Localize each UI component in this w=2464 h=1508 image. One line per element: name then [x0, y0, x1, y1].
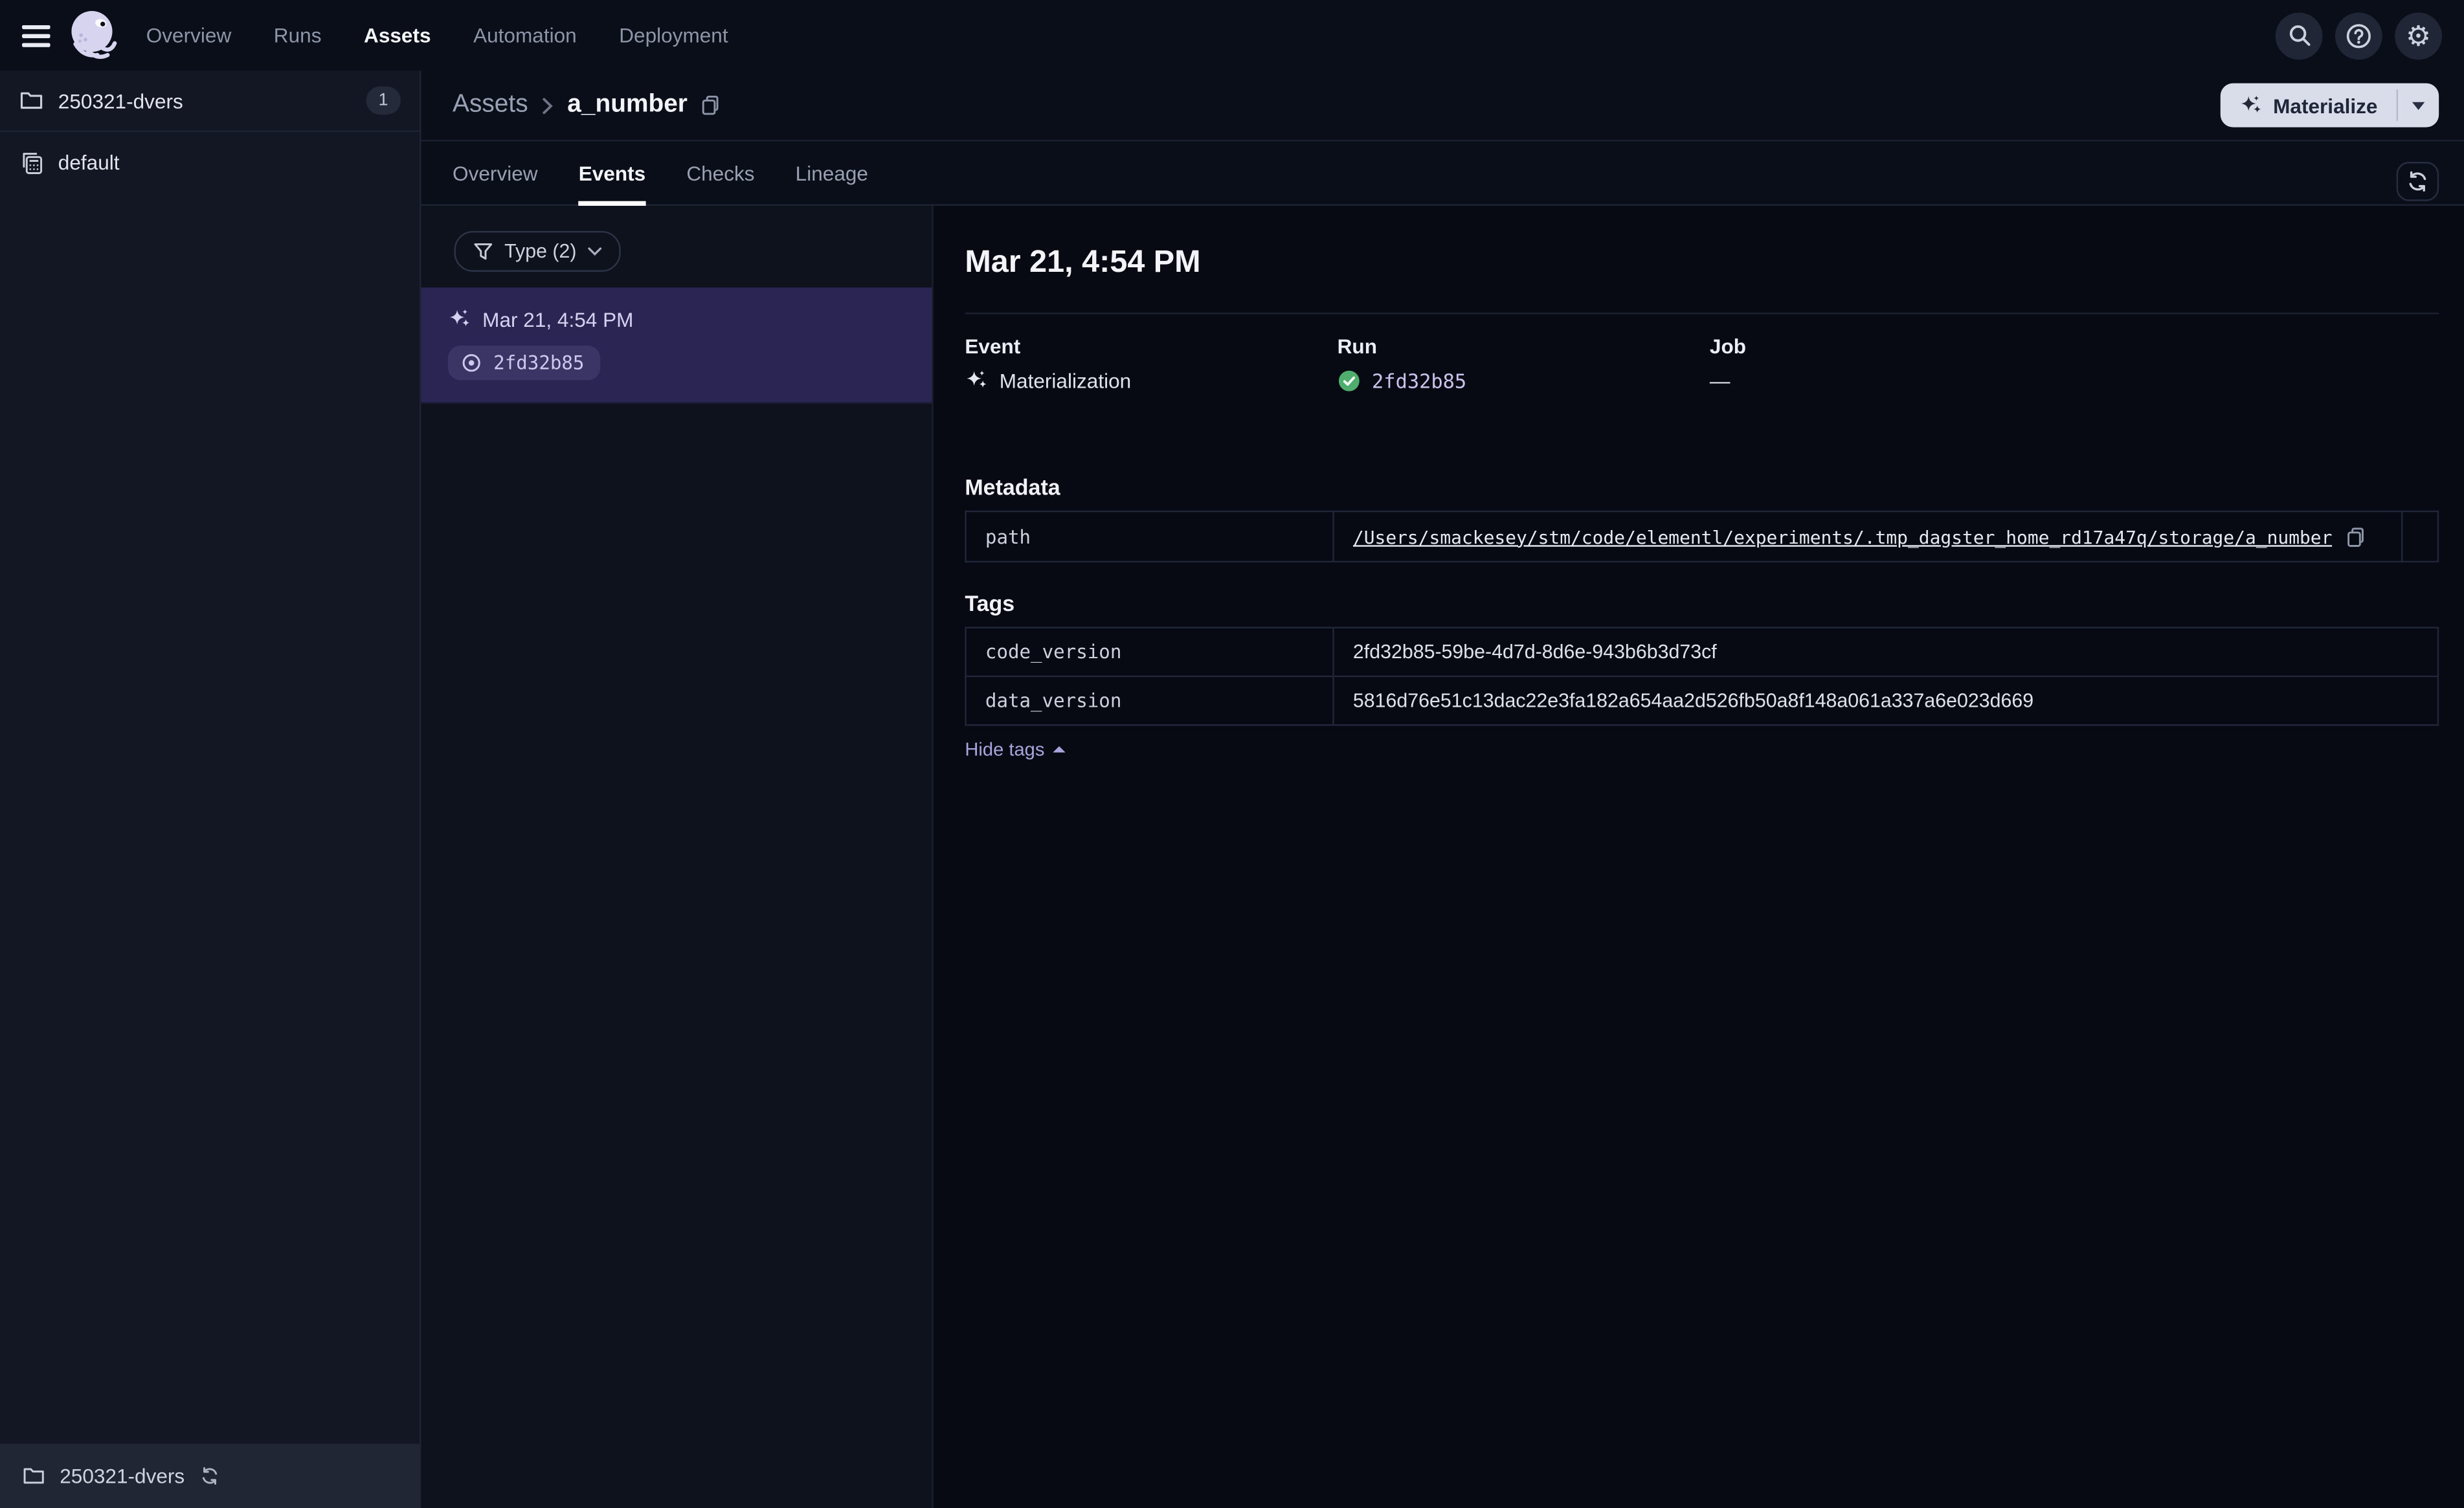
tab-overview[interactable]: Overview — [453, 141, 538, 204]
sparkle-icon — [2239, 93, 2262, 116]
sidebar-item-code-location[interactable]: 250321-dvers 1 — [0, 71, 420, 132]
asset-group-icon — [19, 150, 44, 175]
hide-tags-label: Hide tags — [965, 738, 1045, 760]
event-run-id: 2fd32b85 — [493, 351, 585, 374]
refresh-button[interactable] — [2396, 162, 2439, 201]
chevron-right-icon — [542, 96, 553, 114]
metadata-heading: Metadata — [965, 474, 1060, 500]
help-button[interactable] — [2335, 12, 2382, 60]
topnav-actions: ⚙ — [2275, 12, 2443, 60]
empty-cell — [2401, 510, 2439, 562]
tag-key: data_version — [965, 675, 1334, 726]
filter-funnel-icon — [473, 241, 494, 262]
summary-job-column: Job — — [1710, 335, 2439, 393]
refresh-icon — [2406, 170, 2429, 193]
tags-heading: Tags — [965, 590, 1015, 616]
nav-item-overview[interactable]: Overview — [146, 23, 232, 47]
event-detail-title: Mar 21, 4:54 PM — [965, 245, 1201, 280]
events-filter-row: Type (2) — [421, 206, 932, 287]
gear-icon: ⚙ — [2406, 19, 2432, 51]
event-type-value: Materialization — [999, 369, 1132, 393]
tab-events[interactable]: Events — [578, 141, 645, 206]
tag-value: 5816d76e51c13dac22e3fa182a654aa2d526fb50… — [1332, 675, 2439, 726]
summary-event-column: Event Materialization — [965, 335, 1337, 393]
materialize-dropdown-button[interactable] — [2398, 83, 2439, 128]
search-button[interactable] — [2275, 12, 2323, 60]
hide-tags-link[interactable]: Hide tags — [965, 738, 1065, 760]
metadata-key: path — [965, 510, 1334, 562]
folder-icon — [19, 88, 44, 113]
reload-location-button[interactable] — [199, 1466, 219, 1487]
main-nav: Overview Runs Assets Automation Deployme… — [146, 23, 728, 47]
sidebar-item-group-default[interactable]: default — [0, 132, 420, 194]
footer-location-label: 250321-dvers — [60, 1464, 185, 1488]
code-location-label: 250321-dvers — [58, 89, 183, 113]
nav-item-automation[interactable]: Automation — [473, 23, 577, 47]
event-column-label: Event — [965, 335, 1021, 359]
dagster-app: Overview Runs Assets Automation Deployme… — [0, 0, 2464, 1508]
events-list-panel: Type (2) Mar 21, 4:54 PM 2fd32b85 — [421, 205, 934, 1508]
table-row: path /Users/smackesey/stm/code/elementl/… — [965, 510, 2439, 562]
search-icon — [2286, 22, 2313, 49]
table-row: data_version 5816d76e51c13dac22e3fa182a6… — [965, 675, 2439, 726]
materialization-sparkle-icon — [448, 308, 471, 331]
run-id-link[interactable]: 2fd32b85 — [1372, 369, 1466, 392]
caret-down-icon — [2412, 101, 2425, 109]
copy-icon — [2345, 526, 2367, 548]
run-target-icon — [460, 352, 482, 374]
asset-catalog-sidebar: 250321-dvers 1 default 250321-dvers — [0, 71, 421, 1508]
sync-icon — [199, 1466, 219, 1487]
copy-icon — [700, 94, 722, 116]
caret-up-icon — [1052, 746, 1065, 753]
event-summary: Event Materialization Run 2fd32b85 Job — — [965, 335, 2439, 393]
folder-icon — [22, 1464, 45, 1487]
top-nav: Overview Runs Assets Automation Deployme… — [0, 0, 2464, 71]
materialization-sparkle-icon — [965, 369, 988, 392]
job-value: — — [1709, 369, 1730, 393]
type-filter-button[interactable]: Type (2) — [454, 230, 621, 272]
metadata-table: path /Users/smackesey/stm/code/elementl/… — [965, 510, 2439, 562]
summary-run-column: Run 2fd32b85 — [1338, 335, 1710, 393]
job-column-label: Job — [1709, 335, 1747, 359]
event-timestamp: Mar 21, 4:54 PM — [482, 307, 634, 332]
event-list-item-selected[interactable]: Mar 21, 4:54 PM 2fd32b85 — [421, 287, 932, 404]
table-row: code_version 2fd32b85-59be-4d7d-8d6e-943… — [965, 626, 2439, 678]
nav-item-runs[interactable]: Runs — [274, 23, 322, 47]
materialize-split-button: Materialize — [2219, 83, 2439, 128]
settings-button[interactable]: ⚙ — [2395, 12, 2443, 60]
run-success-icon — [1338, 369, 1361, 392]
tag-key: code_version — [965, 626, 1334, 678]
help-icon — [2345, 21, 2373, 50]
copy-path-button[interactable] — [2345, 526, 2367, 548]
nav-item-assets[interactable]: Assets — [364, 23, 431, 47]
materialize-button[interactable]: Materialize — [2220, 83, 2397, 128]
nav-item-deployment[interactable]: Deployment — [619, 23, 728, 47]
group-label: default — [58, 151, 120, 175]
divider — [965, 313, 2439, 315]
asset-header: Assets a_number Materialize — [421, 71, 2464, 142]
chevron-down-icon — [587, 247, 601, 256]
dagster-logo[interactable] — [65, 6, 123, 65]
tab-lineage[interactable]: Lineage — [796, 141, 868, 204]
tags-section: Tags code_version 2fd32b85-59be-4d7d-8d6… — [965, 591, 2439, 764]
hamburger-menu-icon[interactable] — [21, 24, 50, 47]
tags-table: code_version 2fd32b85-59be-4d7d-8d6e-943… — [965, 626, 2439, 726]
breadcrumb-assets-link[interactable]: Assets — [453, 91, 528, 120]
event-run-chip[interactable]: 2fd32b85 — [447, 346, 600, 381]
asset-key-title: a_number — [567, 91, 688, 118]
materialize-label: Materialize — [2273, 93, 2378, 117]
metadata-path-link[interactable]: /Users/smackesey/stm/code/elementl/exper… — [1353, 526, 2333, 548]
asset-count-badge: 1 — [366, 86, 401, 115]
sidebar-footer: 250321-dvers — [0, 1443, 420, 1508]
run-column-label: Run — [1337, 335, 1377, 359]
tag-value: 2fd32b85-59be-4d7d-8d6e-943b6b3d73cf — [1332, 626, 2439, 678]
event-detail-panel: Mar 21, 4:54 PM Event Materialization Ru… — [933, 205, 2464, 1508]
type-filter-label: Type (2) — [504, 240, 577, 263]
copy-asset-key-button[interactable] — [700, 94, 722, 116]
metadata-section: Metadata path /Users/smackesey/stm/code/… — [965, 474, 2439, 562]
tab-checks[interactable]: Checks — [686, 141, 754, 204]
asset-tabs: Overview Events Checks Lineage — [421, 141, 2464, 206]
